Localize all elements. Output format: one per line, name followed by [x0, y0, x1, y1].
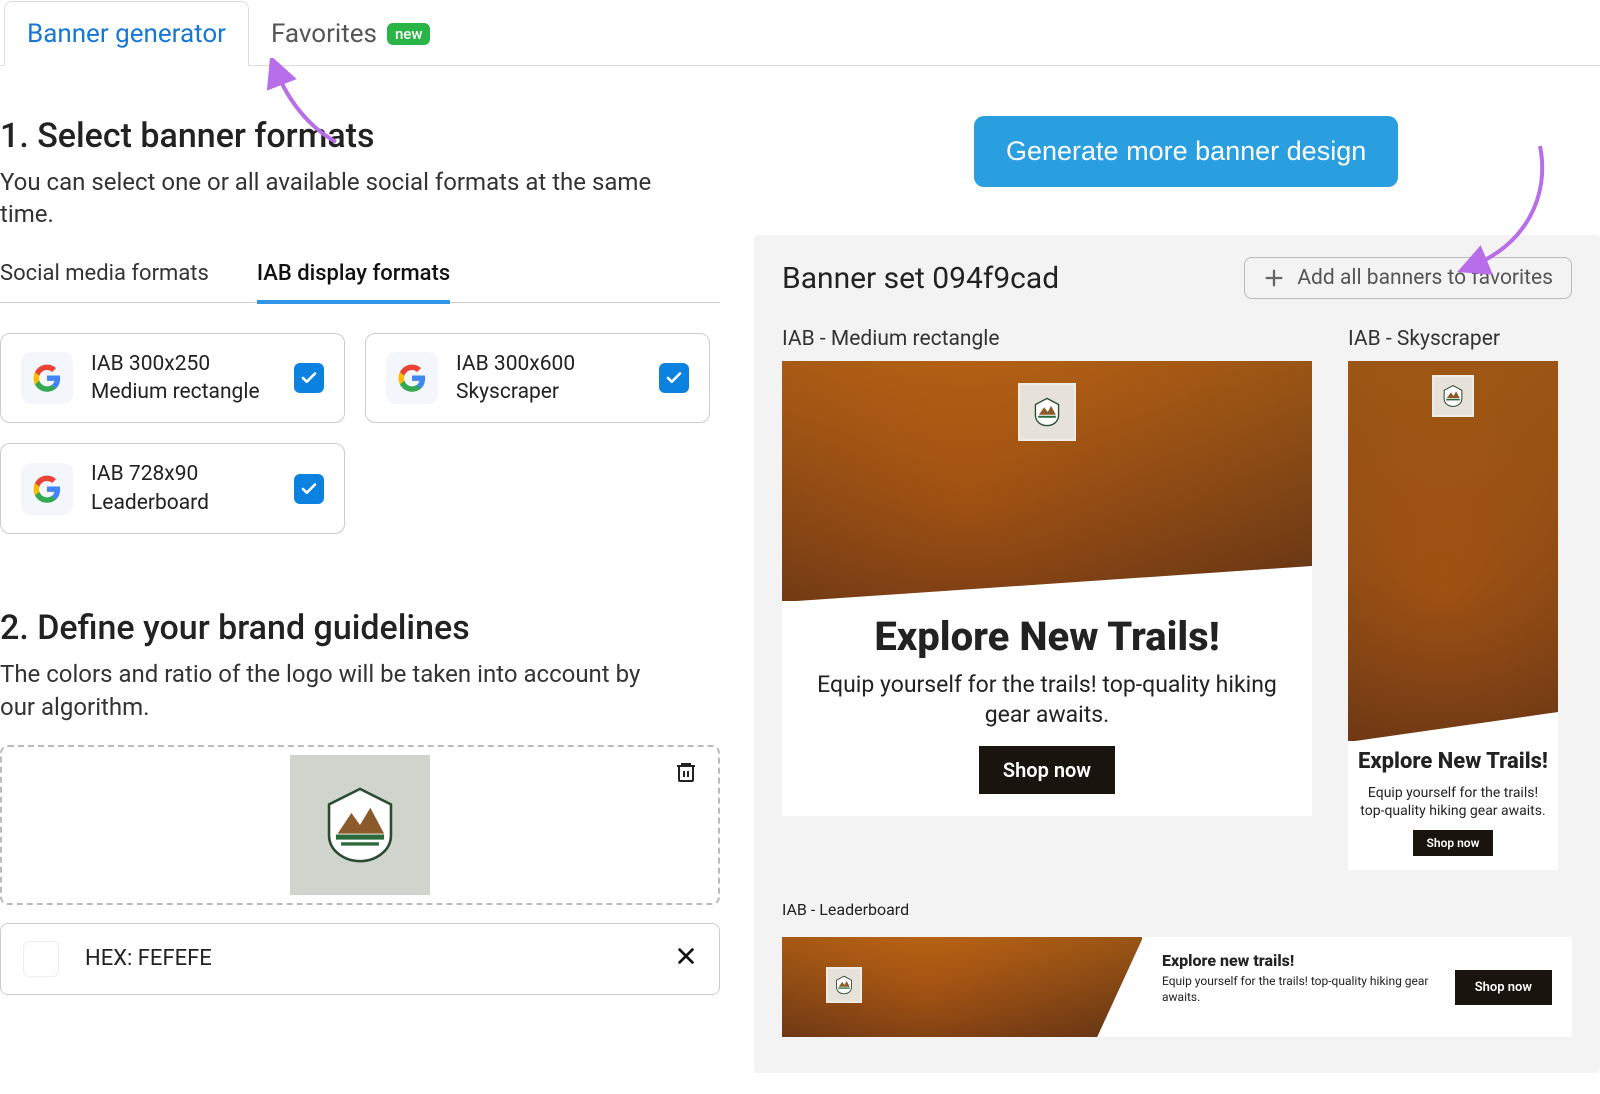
checkbox-checked-icon[interactable]: [294, 474, 324, 504]
format-grid: IAB 300x250 Medium rectangle IAB 300x600…: [0, 333, 720, 534]
add-fav-label: Add all banners to favorites: [1297, 266, 1553, 290]
results-panel: Banner set 094f9cad Add all banners to f…: [754, 235, 1600, 1073]
ad-headline: Explore New Trails!: [1358, 749, 1548, 774]
ad-body: Equip yourself for the trails! top-quali…: [1358, 784, 1548, 820]
subtab-social[interactable]: Social media formats: [0, 253, 209, 302]
format-line1: IAB 728x90: [91, 460, 276, 488]
google-icon: [21, 463, 73, 515]
banner-preview-skyscraper[interactable]: Explore New Trails! Equip yourself for t…: [1348, 361, 1558, 870]
banner-set-title: Banner set 094f9cad: [782, 261, 1059, 296]
format-card-skyscraper[interactable]: IAB 300x600 Skyscraper: [365, 333, 710, 424]
banner-preview-medium[interactable]: Explore New Trails! Equip yourself for t…: [782, 361, 1312, 816]
format-text: IAB 300x600 Skyscraper: [456, 350, 641, 407]
ad-cta: Shop now: [1413, 830, 1494, 856]
delete-logo-button[interactable]: [674, 759, 698, 789]
format-line2: Leaderboard: [91, 489, 276, 517]
ad-cta: Shop now: [1455, 970, 1552, 1005]
logo-thumbnail: [290, 755, 430, 895]
preview-label-leaderboard: IAB - Leaderboard: [782, 900, 1572, 919]
preview-label-medium: IAB - Medium rectangle: [782, 327, 1312, 351]
google-icon: [21, 352, 73, 404]
checkbox-checked-icon[interactable]: [659, 363, 689, 393]
format-line1: IAB 300x600: [456, 350, 641, 378]
ad-body: Equip yourself for the trails! top-quali…: [1162, 974, 1445, 1005]
preview-label-skyscraper: IAB - Skyscraper: [1348, 327, 1558, 351]
step1-sub: You can select one or all available soci…: [0, 166, 670, 231]
clear-color-button[interactable]: [675, 945, 697, 973]
step2-heading: 2. Define your brand guidelines: [0, 608, 720, 648]
logo-chip-icon: [826, 967, 862, 1003]
tab-banner-generator[interactable]: Banner generator: [4, 1, 249, 66]
format-card-leaderboard[interactable]: IAB 728x90 Leaderboard: [0, 443, 345, 534]
format-line2: Medium rectangle: [91, 378, 276, 406]
ad-headline: Explore New Trails!: [802, 613, 1292, 660]
tab-label: Banner generator: [27, 19, 226, 49]
ad-body: Equip yourself for the trails! top-quali…: [802, 670, 1292, 730]
logo-chip-icon: [1432, 375, 1474, 417]
format-card-medium-rectangle[interactable]: IAB 300x250 Medium rectangle: [0, 333, 345, 424]
format-text: IAB 728x90 Leaderboard: [91, 460, 276, 517]
ad-cta: Shop now: [979, 746, 1115, 794]
tab-label: Favorites: [271, 19, 377, 49]
step2-sub: The colors and ratio of the logo will be…: [0, 658, 670, 723]
subtab-iab[interactable]: IAB display formats: [257, 253, 450, 304]
main-tabs: Banner generator Favorites new: [0, 0, 1600, 66]
color-input-row[interactable]: HEX: FEFEFE: [0, 923, 720, 995]
format-line2: Skyscraper: [456, 378, 641, 406]
hex-label: HEX: FEFEFE: [85, 946, 212, 971]
generate-more-button[interactable]: Generate more banner design: [974, 116, 1398, 187]
format-subtabs: Social media formats IAB display formats: [0, 253, 720, 303]
banner-preview-leaderboard[interactable]: Explore new trails! Equip yourself for t…: [782, 937, 1572, 1037]
format-text: IAB 300x250 Medium rectangle: [91, 350, 276, 407]
checkbox-checked-icon[interactable]: [294, 363, 324, 393]
plus-icon: [1263, 267, 1285, 289]
ad-headline: Explore new trails!: [1162, 951, 1445, 970]
logo-dropzone[interactable]: [0, 745, 720, 905]
step1-heading: 1. Select banner formats: [0, 116, 720, 156]
tab-favorites[interactable]: Favorites new: [249, 1, 453, 66]
add-all-favorites-button[interactable]: Add all banners to favorites: [1244, 257, 1572, 299]
logo-chip-icon: [1018, 383, 1076, 441]
google-icon: [386, 352, 438, 404]
new-badge: new: [387, 23, 431, 45]
color-swatch: [23, 941, 59, 977]
format-line1: IAB 300x250: [91, 350, 276, 378]
